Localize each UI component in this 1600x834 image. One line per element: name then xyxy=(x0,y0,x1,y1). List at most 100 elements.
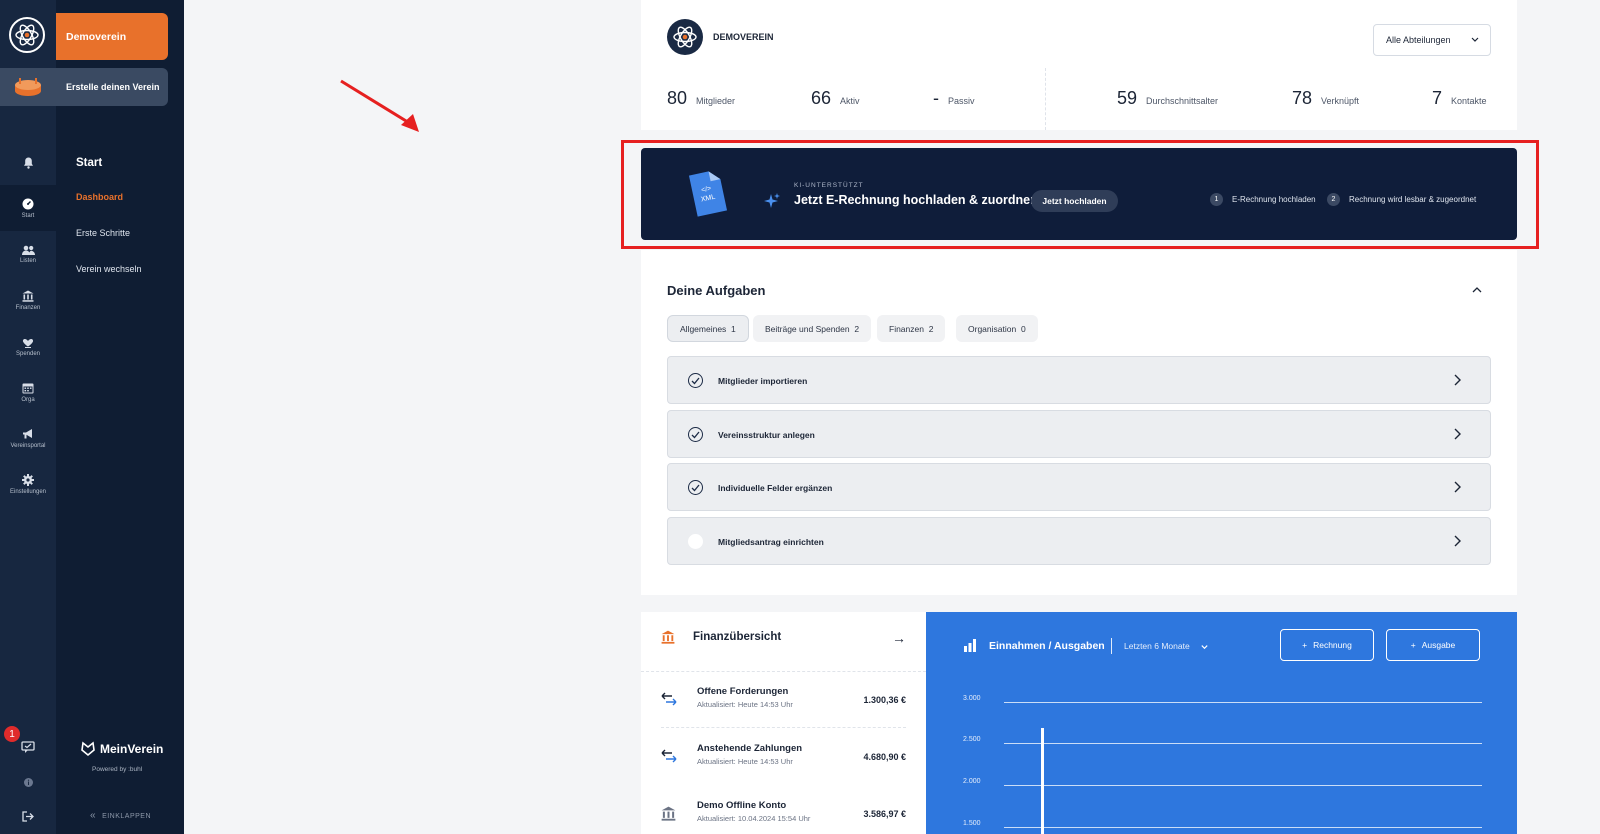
plus-icon: + xyxy=(1410,640,1416,650)
rail-item-orga[interactable]: Orga xyxy=(0,369,56,415)
finance-row[interactable]: Anstehende Zahlungen Aktualisiert: Heute… xyxy=(661,743,906,783)
gridline xyxy=(1004,702,1482,703)
nav-link-erste-schritte[interactable]: Erste Schritte xyxy=(76,228,130,238)
filter-finanzen[interactable]: Finanzen 2 xyxy=(877,315,946,342)
y-tick-label: 2.000 xyxy=(963,778,981,785)
filter-allgemeines[interactable]: Allgemeines 1 xyxy=(667,315,749,342)
overview-card: DEMOVEREIN Alle Abteilungen 80 Mitglieder… xyxy=(641,0,1517,130)
range-select[interactable]: Letzten 6 Monate xyxy=(1124,641,1209,651)
check-circle-icon xyxy=(688,427,703,442)
y-tick-label: 1.500 xyxy=(963,820,981,827)
rail-item-listen[interactable]: Listen xyxy=(0,231,56,277)
divider xyxy=(661,727,906,728)
collapse-button[interactable]: « EINKLAPPEN xyxy=(90,810,151,821)
nav-section-title: Start xyxy=(76,157,103,169)
task-item[interactable]: Mitglieder importieren xyxy=(667,356,1491,404)
stat-verknuepft[interactable]: 78 Verknüpft xyxy=(1292,88,1359,109)
chevron-up-icon[interactable] xyxy=(1471,285,1483,295)
finance-row-updated: Aktualisiert: Heute 14:53 Uhr xyxy=(697,700,793,709)
stat-value: 66 xyxy=(811,88,832,108)
filter-beitraege[interactable]: Beiträge und Spenden 2 xyxy=(753,315,872,342)
e-invoice-banner[interactable]: XML </> KI-UNTERSTÜTZT Jetzt E-Rechnung … xyxy=(641,148,1517,240)
step-number: 1 xyxy=(1210,193,1223,206)
rail-item-vereinsportal[interactable]: Vereinsportal xyxy=(0,415,56,461)
stat-kontakte[interactable]: 7 Kontakte xyxy=(1432,88,1487,109)
task-item[interactable]: Mitgliedsantrag einrichten xyxy=(667,517,1491,565)
step-number: 2 xyxy=(1327,193,1340,206)
task-item[interactable]: Individuelle Felder ergänzen xyxy=(667,463,1491,511)
rail-label: Einstellungen xyxy=(9,488,47,495)
brand-logo: MeinVerein xyxy=(80,741,163,757)
stat-durchschnittsalter[interactable]: 59 Durchschnittsalter xyxy=(1117,88,1218,109)
transfer-icon xyxy=(661,692,677,706)
finance-row-value: 1.300,36 € xyxy=(863,695,906,705)
add-expense-button[interactable]: + Ausgabe xyxy=(1386,629,1480,661)
filter-label: Finanzen xyxy=(889,323,924,334)
finance-header[interactable]: Finanzübersicht xyxy=(661,630,781,644)
meinverein-logo-icon xyxy=(81,741,95,757)
add-invoice-label: Rechnung xyxy=(1313,640,1352,650)
finance-row-updated: Aktualisiert: 10.04.2024 15:54 Uhr xyxy=(697,814,811,823)
calendar-icon xyxy=(22,383,34,393)
brand-name: MeinVerein xyxy=(100,742,164,756)
range-select-value: Letzten 6 Monate xyxy=(1124,641,1190,651)
y-tick-label: 2.500 xyxy=(963,736,981,743)
stat-value: - xyxy=(933,88,939,108)
create-club-icon[interactable] xyxy=(0,68,56,106)
info-icon[interactable] xyxy=(0,775,56,789)
tasks-title: Deine Aufgaben xyxy=(667,283,766,298)
banner-step-1: 1 E-Rechnung hochladen xyxy=(1210,193,1316,206)
y-tick-label: 3.000 xyxy=(963,695,981,702)
people-icon xyxy=(21,245,35,255)
finance-row-title: Demo Offline Konto xyxy=(697,800,787,811)
rail-item-start[interactable]: Start xyxy=(0,185,56,231)
bank-icon xyxy=(661,630,675,644)
finance-row[interactable]: Offene Forderungen Aktualisiert: Heute 1… xyxy=(661,686,906,726)
task-label: Vereinsstruktur anlegen xyxy=(718,430,815,440)
nav-sidebar: Demoverein Erstelle deinen Verein Start … xyxy=(56,0,184,834)
check-circle-icon xyxy=(688,373,703,388)
add-invoice-button[interactable]: + Rechnung xyxy=(1280,629,1374,661)
gear-icon xyxy=(22,473,34,486)
arrow-right-icon[interactable]: → xyxy=(892,630,906,646)
gridline xyxy=(1004,743,1482,744)
transfer-icon xyxy=(661,749,677,763)
finance-title: Finanzübersicht xyxy=(693,631,782,643)
filter-organisation[interactable]: Organisation 0 xyxy=(956,315,1038,342)
finance-row-value: 4.680,90 € xyxy=(863,752,906,762)
nav-link-verein-wechseln[interactable]: Verein wechseln xyxy=(76,264,142,274)
department-select[interactable]: Alle Abteilungen xyxy=(1373,24,1491,56)
filter-count: 1 xyxy=(731,323,736,334)
stat-label: Verknüpft xyxy=(1321,96,1360,106)
filter-count: 0 xyxy=(1020,323,1026,334)
upload-now-button[interactable]: Jetzt hochladen xyxy=(1031,190,1118,212)
task-item[interactable]: Vereinsstruktur anlegen xyxy=(667,410,1491,458)
create-club-button[interactable]: Erstelle deinen Verein xyxy=(56,68,168,106)
stat-divider xyxy=(1045,68,1046,130)
chevron-down-icon xyxy=(1201,644,1208,649)
club-switch-button[interactable]: Demoverein xyxy=(56,13,168,60)
stat-mitglieder[interactable]: 80 Mitglieder xyxy=(667,88,735,109)
banner-eyebrow: KI-UNTERSTÜTZT xyxy=(794,182,864,189)
rail-item-einstellungen[interactable]: Einstellungen xyxy=(0,461,56,507)
rail-item-spenden[interactable]: Spenden xyxy=(0,323,56,369)
rail-item-finanzen[interactable]: Finanzen xyxy=(0,277,56,323)
stat-passiv[interactable]: - Passiv xyxy=(933,88,975,109)
logout-icon[interactable] xyxy=(0,809,56,823)
stat-value: 78 xyxy=(1292,88,1313,108)
bell-icon[interactable] xyxy=(0,152,56,174)
sparkle-icon xyxy=(764,193,780,208)
icon-rail: Start Listen Finanzen Spenden Orga Verei… xyxy=(0,0,56,834)
nav-link-dashboard[interactable]: Dashboard xyxy=(76,192,123,202)
stat-label: Mitglieder xyxy=(696,96,736,106)
divider xyxy=(1111,638,1112,654)
bank-icon xyxy=(661,806,676,821)
banner-step-2: 2 Rechnung wird lesbar & zugeordnet xyxy=(1327,193,1476,206)
finance-row[interactable]: Demo Offline Konto Aktualisiert: 10.04.2… xyxy=(661,800,906,834)
speedometer-icon xyxy=(22,198,34,209)
bar-chart-icon xyxy=(964,639,976,652)
club-logo-icon[interactable] xyxy=(9,17,45,53)
main-area: DEMOVEREIN Alle Abteilungen 80 Mitglieder… xyxy=(184,0,1600,834)
stat-aktiv[interactable]: 66 Aktiv xyxy=(811,88,860,109)
empty-circle-icon xyxy=(688,534,703,549)
